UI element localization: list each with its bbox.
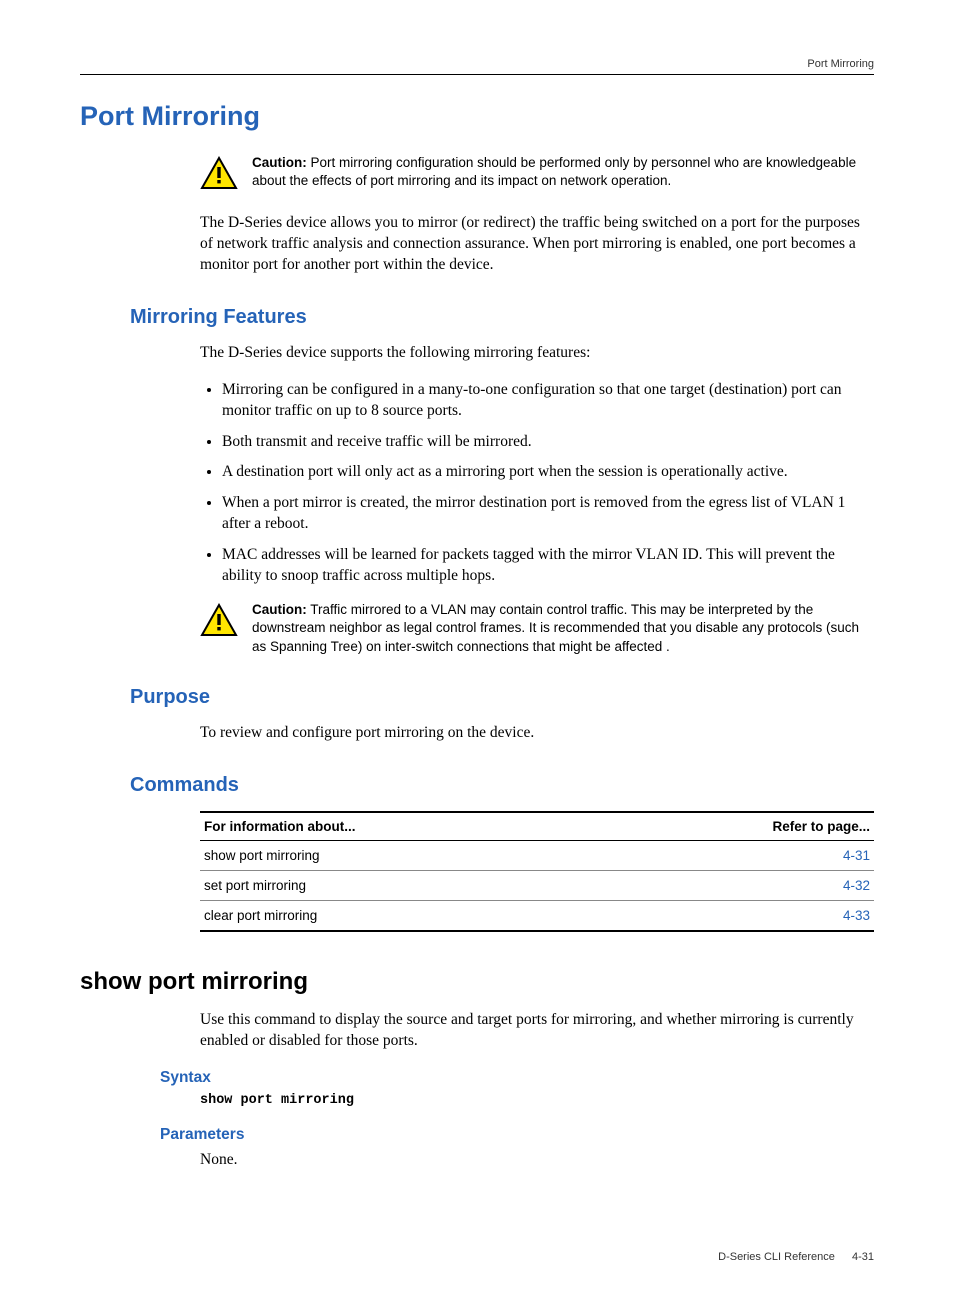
caution-label: Caution: bbox=[252, 602, 307, 617]
list-item: MAC addresses will be learned for packet… bbox=[222, 545, 874, 587]
show-cmd-desc: Use this command to display the source a… bbox=[200, 1010, 874, 1052]
parameters-heading: Parameters bbox=[160, 1126, 874, 1144]
caution-box-2: Caution: Traffic mirrored to a VLAN may … bbox=[200, 601, 874, 656]
footer-doc: D-Series CLI Reference bbox=[718, 1251, 835, 1263]
show-port-mirroring-heading: show port mirroring bbox=[80, 968, 874, 996]
table-header-page: Refer to page... bbox=[606, 812, 874, 841]
caution-text-2: Traffic mirrored to a VLAN may contain c… bbox=[252, 602, 859, 653]
syntax-heading: Syntax bbox=[160, 1069, 874, 1087]
list-item: When a port mirror is created, the mirro… bbox=[222, 493, 874, 535]
caution-text-1: Port mirroring configuration should be p… bbox=[252, 155, 856, 188]
list-item: Mirroring can be configured in a many-to… bbox=[222, 380, 874, 422]
parameters-text: None. bbox=[200, 1150, 874, 1171]
intro-paragraph: The D-Series device allows you to mirror… bbox=[200, 213, 874, 276]
running-header: Port Mirroring bbox=[80, 58, 874, 74]
header-divider bbox=[80, 74, 874, 75]
footer-page-number: 4-31 bbox=[852, 1251, 874, 1263]
cmd-label: show port mirroring bbox=[200, 840, 606, 870]
commands-heading: Commands bbox=[130, 774, 874, 797]
table-header-info: For information about... bbox=[200, 812, 606, 841]
caution-box-1: Caution: Port mirroring configuration sh… bbox=[200, 154, 874, 195]
list-item: A destination port will only act as a mi… bbox=[222, 462, 874, 483]
page-title: Port Mirroring bbox=[80, 101, 874, 132]
cmd-label: clear port mirroring bbox=[200, 900, 606, 931]
page-link[interactable]: 4-32 bbox=[843, 878, 870, 893]
page-footer: D-Series CLI Reference 4-31 bbox=[80, 1251, 874, 1263]
purpose-text: To review and configure port mirroring o… bbox=[200, 723, 874, 744]
table-row: show port mirroring 4-31 bbox=[200, 840, 874, 870]
caution-icon bbox=[200, 603, 238, 642]
feature-list: Mirroring can be configured in a many-to… bbox=[200, 380, 874, 587]
page-link[interactable]: 4-33 bbox=[843, 908, 870, 923]
caution-label: Caution: bbox=[252, 155, 307, 170]
features-lead: The D-Series device supports the followi… bbox=[200, 343, 874, 364]
cmd-label: set port mirroring bbox=[200, 870, 606, 900]
syntax-code: show port mirroring bbox=[200, 1093, 874, 1108]
purpose-heading: Purpose bbox=[130, 686, 874, 709]
list-item: Both transmit and receive traffic will b… bbox=[222, 432, 874, 453]
caution-icon bbox=[200, 156, 238, 195]
table-row: clear port mirroring 4-33 bbox=[200, 900, 874, 931]
commands-table: For information about... Refer to page..… bbox=[200, 811, 874, 932]
table-row: set port mirroring 4-32 bbox=[200, 870, 874, 900]
page-link[interactable]: 4-31 bbox=[843, 848, 870, 863]
features-heading: Mirroring Features bbox=[130, 306, 874, 329]
